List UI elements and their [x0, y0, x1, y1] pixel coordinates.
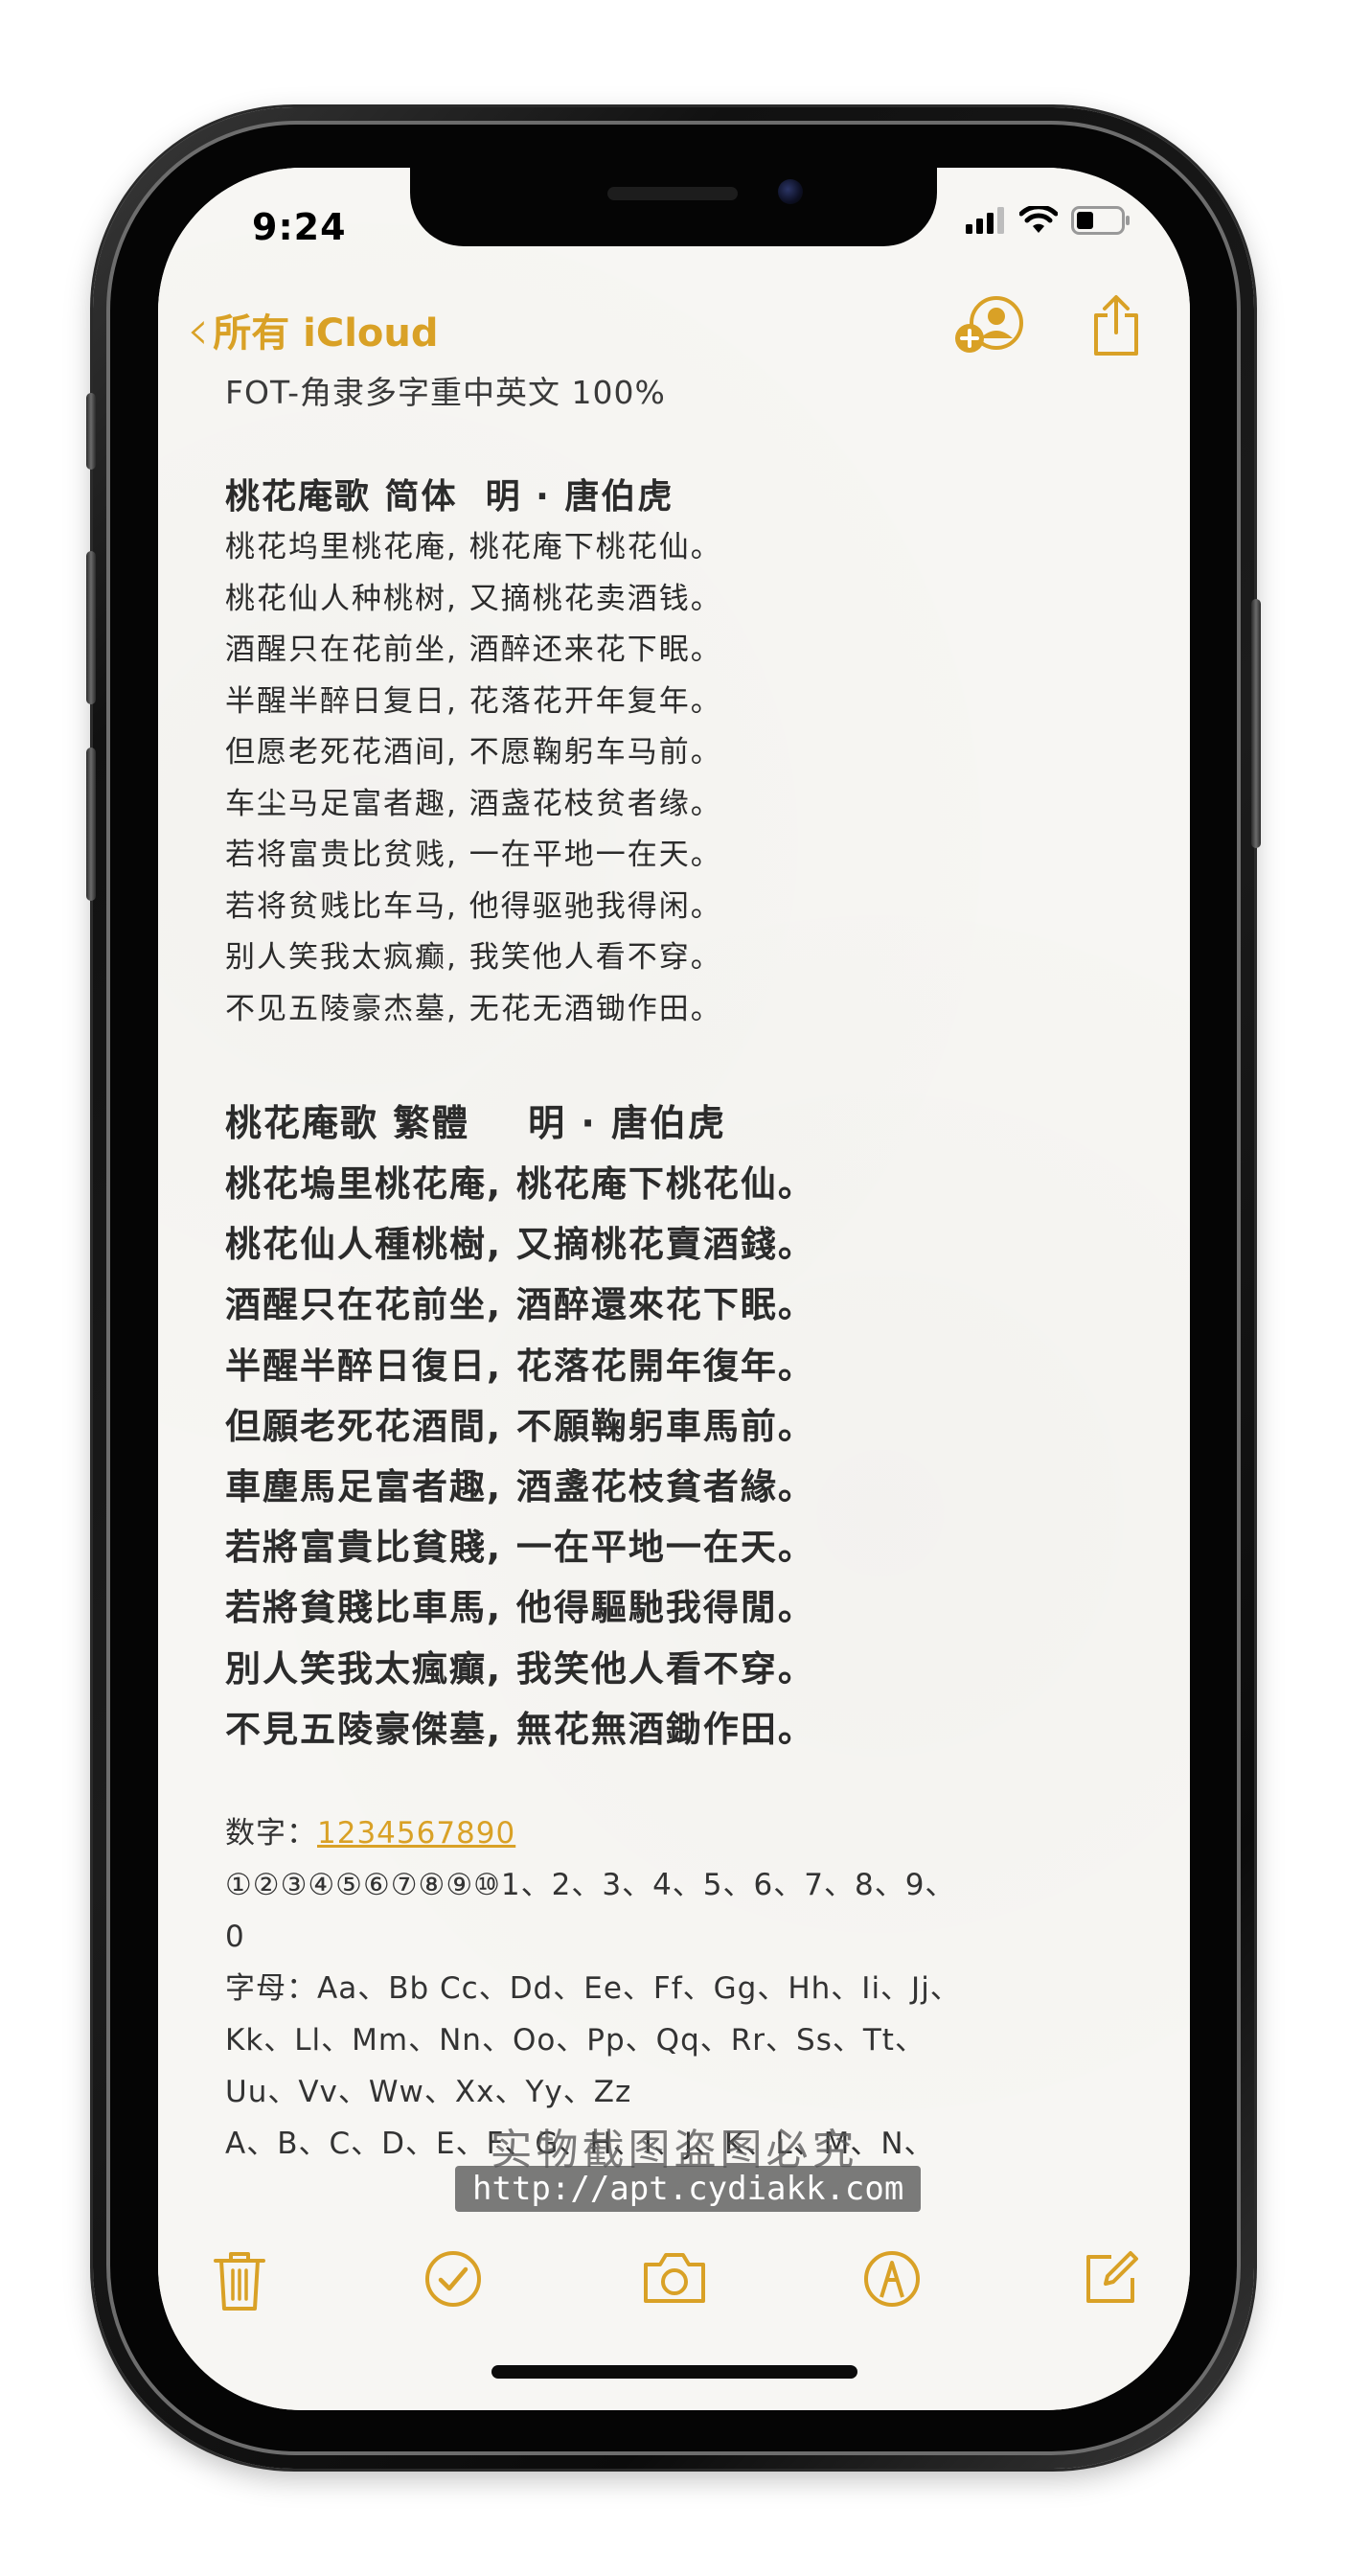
poem-line: 别人笑我太疯癫, 我笑他人看不穿。 [225, 940, 722, 975]
earpiece-speaker [607, 187, 738, 200]
numbers-row: 数字：1234567890 [225, 1807, 1145, 1859]
poem-line: 不見五陵豪傑墓, 無花無酒鋤作田。 [225, 1708, 815, 1750]
person-add-icon[interactable] [954, 296, 1023, 356]
nav-actions [954, 294, 1142, 357]
poem-line: 但願老死花酒間, 不願鞠躬車馬前。 [225, 1405, 815, 1447]
power-button [1251, 599, 1261, 848]
poem-line: 車塵馬足富者趣, 酒盞花枝貧者緣。 [225, 1466, 815, 1508]
volume-down-button [86, 748, 96, 901]
poem-traditional-heading: 桃花庵歌 繁體 明 · 唐伯虎 [225, 1102, 727, 1144]
poem-line: 酒醒只在花前坐, 酒醉還來花下眠。 [225, 1284, 815, 1326]
camera-icon[interactable] [641, 2249, 708, 2305]
bottom-toolbar [158, 2249, 1190, 2326]
signal-icon [966, 207, 1004, 234]
poem-line: 桃花坞里桃花庵, 桃花庵下桃花仙。 [225, 530, 722, 564]
wifi-icon [1019, 206, 1058, 233]
poem-line: 若將富貴比貧賤, 一在平地一在天。 [225, 1527, 815, 1569]
letters-line-3: Uu、Vv、Ww、Xx、Yy、Zz [225, 2075, 632, 2110]
status-time: 9:24 [252, 206, 347, 248]
status-icons [966, 206, 1131, 235]
numbers-link[interactable]: 1234567890 [317, 1816, 515, 1851]
trash-icon[interactable] [212, 2249, 267, 2312]
home-indicator[interactable] [491, 2365, 857, 2379]
poem-line: 桃花塢里桃花庵, 桃花庵下桃花仙。 [225, 1163, 815, 1205]
poem-line: 酒醒只在花前坐, 酒醉还来花下眠。 [225, 632, 722, 667]
letters-line-2: Kk、Ll、Mm、Nn、Oo、Pp、Qq、Rr、Ss、Tt、 [225, 2023, 925, 2058]
mute-switch [86, 393, 96, 470]
back-label: 所有 iCloud [213, 311, 439, 356]
markup-icon[interactable] [862, 2249, 922, 2309]
battery-icon [1071, 206, 1130, 235]
watermark-url: http://apt.cydiakk.com [455, 2166, 922, 2212]
poem-line: 桃花仙人种桃树, 又摘桃花卖酒钱。 [225, 581, 722, 616]
chevron-left-icon: ‹ [187, 297, 210, 362]
poem-line: 若將貧賤比車馬, 他得驅馳我得閒。 [225, 1587, 815, 1629]
poem-simplified: 桃花坞里桃花庵, 桃花庵下桃花仙。 桃花仙人种桃树, 又摘桃花卖酒钱。 酒醒只在… [225, 522, 1145, 1035]
letters-line-1: 字母：Aa、Bb Cc、Dd、Ee、Ff、Gg、Hh、Ii、Jj、 [225, 1971, 961, 2007]
poem-line: 半醒半醉日復日, 花落花開年復年。 [225, 1345, 815, 1387]
checklist-icon[interactable] [423, 2249, 483, 2309]
poem-line: 不见五陵豪杰墓, 无花无酒锄作田。 [225, 991, 722, 1026]
circled-numbers-line: ①②③④⑤⑥⑦⑧⑨⑩1、2、3、4、5、6、7、8、9、 [225, 1868, 956, 1903]
note-body[interactable]: FOT-角隶多字重中英文 100% 桃花庵歌 简体 明 · 唐伯虎 桃花坞里桃花… [225, 371, 1145, 2170]
poem-line: 车尘马足富者趣, 酒盏花枝贫者缘。 [225, 786, 722, 821]
share-icon[interactable] [1090, 294, 1142, 357]
poem-line: 但愿老死花酒间, 不愿鞠躬车马前。 [225, 735, 722, 770]
front-camera [778, 179, 803, 204]
poem-line: 半醒半醉日复日, 花落花开年复年。 [225, 683, 722, 719]
volume-up-button [86, 551, 96, 704]
poem-line: 桃花仙人種桃樹, 又摘桃花賣酒錢。 [225, 1224, 815, 1266]
numbers-label: 数字： [225, 1816, 317, 1852]
poem-line: 若将贫贱比车马, 他得驱驰我得闲。 [225, 888, 722, 924]
ghost-nav-title [479, 329, 490, 360]
notch [410, 168, 937, 246]
screen: 9:24 ‹ 所有 iCloud FOT-角隶多字重中英文 100% 桃花庵歌 … [158, 168, 1190, 2410]
poem-simplified-heading: 桃花庵歌 简体 明 · 唐伯虎 [225, 477, 674, 517]
note-title: FOT-角隶多字重中英文 100% [225, 374, 666, 411]
poem-line: 別人笑我太瘋癲, 我笑他人看不穿。 [225, 1647, 815, 1690]
back-button[interactable]: ‹ 所有 iCloud [187, 302, 439, 357]
circled-numbers-line-2: 0 [225, 1920, 245, 1955]
poem-traditional: 桃花塢里桃花庵, 桃花庵下桃花仙。 桃花仙人種桃樹, 又摘桃花賣酒錢。 酒醒只在… [225, 1154, 1145, 1760]
compose-icon[interactable] [1083, 2249, 1140, 2307]
poem-line: 若将富贵比贫贱, 一在平地一在天。 [225, 838, 722, 872]
